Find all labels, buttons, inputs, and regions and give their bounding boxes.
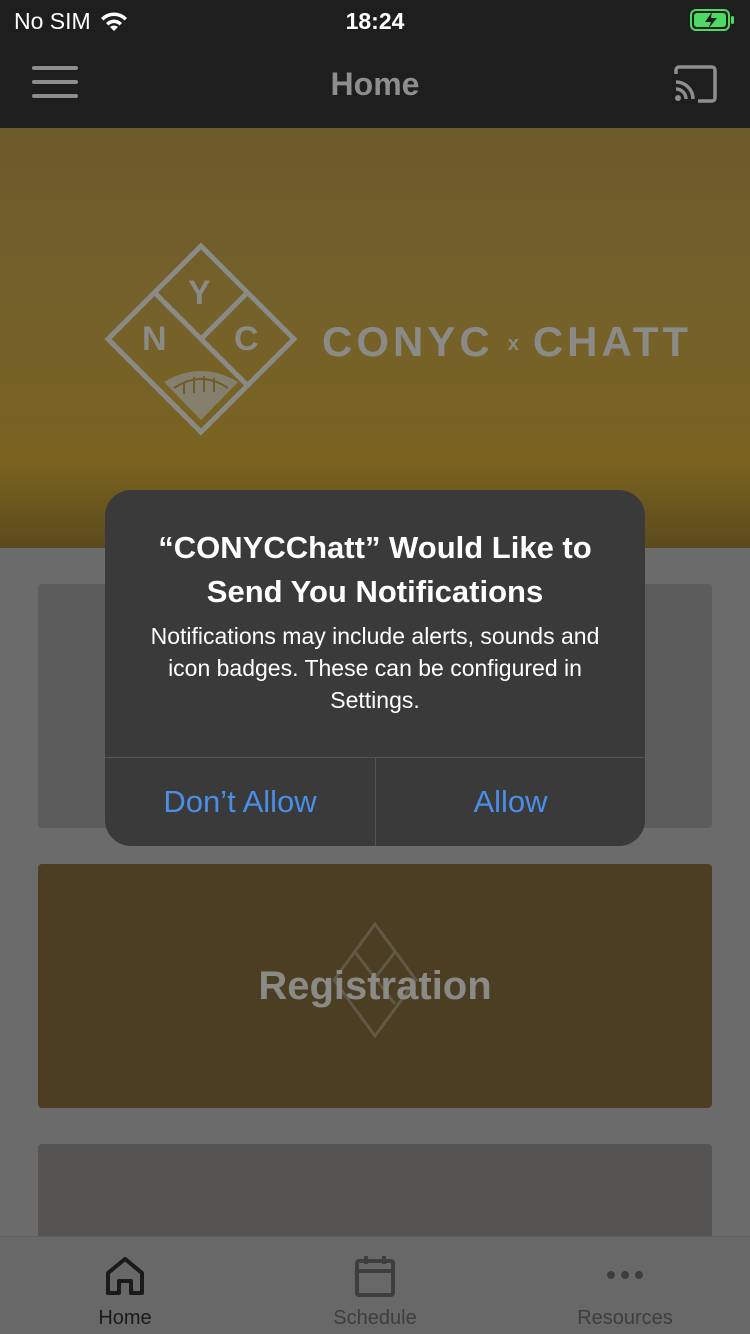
tab-bar: Home Schedule Resources [0, 1236, 750, 1334]
tab-schedule[interactable]: Schedule [250, 1237, 500, 1334]
calendar-icon [355, 1256, 395, 1297]
page-title: Home [330, 66, 420, 102]
cast-icon[interactable] [672, 64, 718, 104]
allow-button[interactable]: Allow [376, 758, 645, 846]
brand-right: CHATT [532, 318, 692, 365]
brand-separator: x [507, 333, 519, 356]
brand-wordmark: CONYC x CHATT [322, 318, 692, 366]
navigation-bar: Home [0, 40, 750, 128]
battery-charging-icon [690, 9, 734, 31]
logo-letter-y: Y [188, 274, 211, 312]
registration-label: Registration [258, 964, 492, 1008]
tab-schedule-label: Schedule [333, 1307, 417, 1329]
notification-permission-alert: “CONYCChatt” Would Like to Send You Noti… [105, 490, 645, 846]
alert-title: “CONYCChatt” Would Like to Send You Noti… [158, 530, 592, 609]
home-icon [106, 1257, 144, 1295]
tab-resources[interactable]: Resources [500, 1237, 750, 1334]
more-icon [607, 1271, 643, 1279]
tab-resources-label: Resources [577, 1307, 673, 1329]
brand-left: CONYC [322, 318, 494, 365]
clock: 18:24 [345, 8, 405, 34]
logo-letters: Y N C [104, 242, 298, 436]
logo-letter-c: C [234, 320, 259, 358]
dont-allow-button[interactable]: Don’t Allow [105, 758, 375, 846]
status-bar: No SIM 18:24 [0, 0, 750, 40]
logo-letter-n: N [142, 320, 167, 358]
registration-card[interactable]: Registration [38, 864, 712, 1108]
tab-home-label: Home [98, 1307, 152, 1329]
tab-home[interactable]: Home [0, 1237, 250, 1334]
alert-message: Notifications may include alerts, sounds… [150, 623, 600, 713]
